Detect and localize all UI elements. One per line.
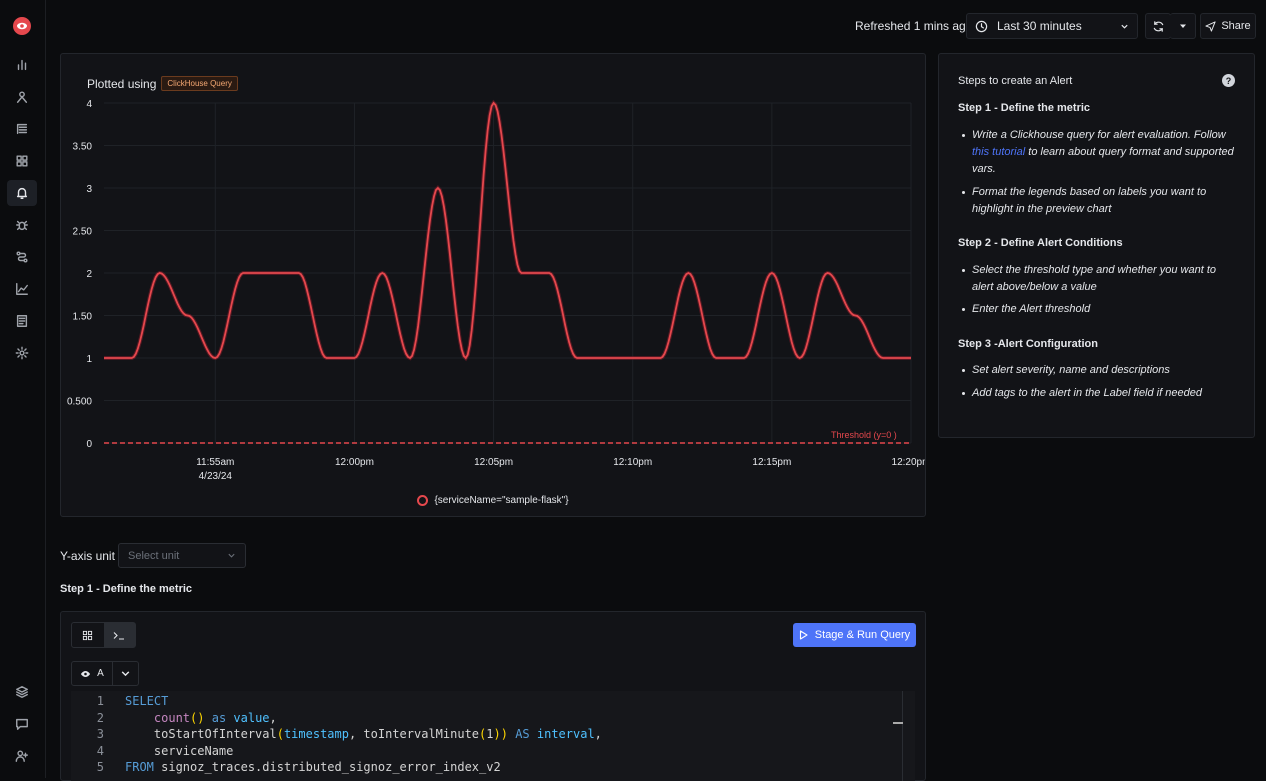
x-tick-label: 12:10pm	[613, 457, 652, 468]
refresh-interval-dropdown[interactable]	[1170, 13, 1196, 39]
x-tick-label: 11:55am	[196, 457, 234, 468]
editor-scrollbar[interactable]	[893, 691, 913, 781]
step3-item1: Set alert severity, name and description…	[962, 362, 1234, 379]
step3-heading: Step 3 -Alert Configuration	[958, 338, 1098, 350]
pipelines-icon[interactable]	[12, 247, 32, 267]
chart-svg[interactable]: 0 0.500 1 1.50 2 2.50 3 3.50 4 11:55am 4/23/24 12:0…	[61, 54, 925, 516]
logs-icon[interactable]	[12, 119, 32, 139]
x-tick-label: 12:00pm	[335, 457, 374, 468]
step1-item1: Write a Clickhouse query for alert evalu…	[962, 127, 1234, 178]
chart-panel: 0 0.500 1 1.50 2 2.50 3 3.50 4 11:55am 4/23/24 12:0…	[60, 53, 926, 517]
query-type-tabs	[71, 622, 136, 648]
y-tick-label: 0.500	[67, 397, 92, 408]
step2-item2: Enter the Alert threshold	[962, 301, 1234, 318]
steps-title: Steps to create an Alert	[958, 75, 1073, 87]
y-axis-unit-placeholder: Select unit	[128, 549, 180, 562]
code-text: toStartOfInterval(timestamp, toIntervalM…	[125, 727, 602, 741]
line-number: 4	[96, 743, 104, 758]
chevron-down-icon	[1121, 24, 1128, 29]
y-tick-label: 3.50	[73, 142, 93, 153]
clock-icon	[975, 20, 988, 32]
chevron-down-icon	[121, 671, 130, 677]
line-number: 1	[96, 694, 104, 708]
share-label: Share	[1221, 20, 1251, 32]
code-text: FROM signoz_traces.distributed_signoz_er…	[125, 760, 501, 774]
define-metric-heading: Step 1 - Define the metric	[60, 583, 193, 595]
exceptions-bug-icon[interactable]	[12, 215, 32, 235]
send-icon	[1205, 20, 1216, 32]
step1-item1-text-a: Write a Clickhouse query for alert evalu…	[972, 129, 1226, 141]
metrics-line-chart-icon[interactable]	[12, 279, 32, 299]
legend-label: {serviceName="sample-flask"}	[434, 495, 569, 506]
sidebar	[0, 0, 46, 778]
step1-heading: Step 1 - Define the metric	[958, 102, 1091, 114]
tutorial-link[interactable]: this tutorial	[972, 146, 1025, 158]
services-icon[interactable]	[12, 87, 32, 107]
x-tick-label: 12:15pm	[752, 457, 791, 468]
y-tick-label: 3	[86, 184, 92, 195]
line-number: 5	[96, 760, 104, 774]
dashboard-icon[interactable]	[12, 151, 32, 171]
run-query-label: Stage & Run Query	[814, 629, 911, 641]
query-name: A	[97, 668, 104, 679]
eye-icon	[81, 670, 91, 677]
x-tick-date-label: 4/23/24	[199, 471, 233, 482]
y-axis-unit-label: Y-axis unit	[60, 549, 115, 563]
billing-receipt-icon[interactable]	[12, 311, 32, 331]
plotted-using: Plotted using ClickHouse Query	[87, 76, 238, 91]
chat-support-icon[interactable]	[12, 714, 32, 734]
caret-down-icon	[1179, 24, 1186, 28]
plotted-using-label: Plotted using	[87, 76, 157, 91]
query-builder-icon	[83, 630, 93, 640]
settings-gear-icon[interactable]	[12, 343, 32, 363]
help-icon[interactable]: ?	[1222, 74, 1235, 87]
terminal-icon	[113, 631, 125, 640]
step1-item2: Format the legends based on labels you w…	[962, 184, 1234, 218]
invite-user-icon[interactable]	[12, 746, 32, 766]
query-panel: Stage & Run Query A 1 SELECT 2 count() as …	[60, 611, 926, 781]
code-text: count() as value,	[153, 710, 277, 725]
step2-item1: Select the threshold type and whether yo…	[962, 262, 1234, 296]
bar-chart-icon[interactable]	[12, 55, 32, 75]
query-name-controls: A	[71, 661, 139, 686]
y-tick-label: 1.50	[73, 312, 93, 323]
y-tick-label: 1	[86, 354, 92, 365]
step3-item2: Add tags to the alert in the Label field…	[962, 385, 1234, 402]
y-tick-label: 4	[86, 99, 92, 110]
play-icon	[799, 630, 808, 640]
line-number: 2	[96, 710, 104, 725]
y-tick-label: 0	[86, 439, 92, 450]
legend-marker-icon	[417, 495, 429, 506]
signoz-logo-icon[interactable]	[13, 17, 31, 35]
refresh-button[interactable]	[1145, 13, 1171, 39]
refresh-icon	[1153, 20, 1163, 32]
x-tick-label: 12:20pm	[892, 457, 925, 468]
chart-legend[interactable]: {serviceName="sample-flask"}	[61, 495, 925, 506]
refreshed-status: Refreshed 1 mins ago	[855, 19, 973, 33]
clickhouse-query-badge: ClickHouse Query	[161, 76, 238, 91]
x-tick-label: 12:05pm	[474, 457, 513, 468]
time-range-label: Last 30 minutes	[997, 19, 1082, 33]
y-tick-label: 2	[86, 269, 92, 280]
step2-heading: Step 2 - Define Alert Conditions	[958, 237, 1123, 249]
stage-run-query-button[interactable]: Stage & Run Query	[793, 623, 916, 647]
alerts-bell-icon[interactable]	[7, 180, 37, 206]
chevron-down-icon	[228, 553, 235, 558]
layers-icon[interactable]	[12, 682, 32, 702]
threshold-label: Threshold (y=0 )	[831, 430, 897, 440]
alert-steps-panel: Steps to create an Alert ? Step 1 - Defi…	[938, 53, 1255, 438]
code-text: SELECT	[125, 694, 169, 708]
line-number: 3	[96, 727, 104, 741]
code-text: serviceName	[125, 743, 234, 758]
time-range-select[interactable]: Last 30 minutes	[966, 13, 1138, 39]
y-axis-unit-select[interactable]: Select unit	[118, 543, 246, 568]
sql-code-editor[interactable]: 1 SELECT 2 count() as value, 3 toStartOfInt…	[71, 691, 915, 781]
query-visibility-toggle[interactable]: A	[71, 661, 113, 686]
query-collapse-button[interactable]	[113, 661, 139, 686]
tab-clickhouse-query[interactable]	[103, 623, 135, 647]
share-button[interactable]: Share	[1200, 13, 1256, 39]
tab-query-builder[interactable]	[72, 623, 104, 647]
y-tick-label: 2.50	[73, 227, 93, 238]
